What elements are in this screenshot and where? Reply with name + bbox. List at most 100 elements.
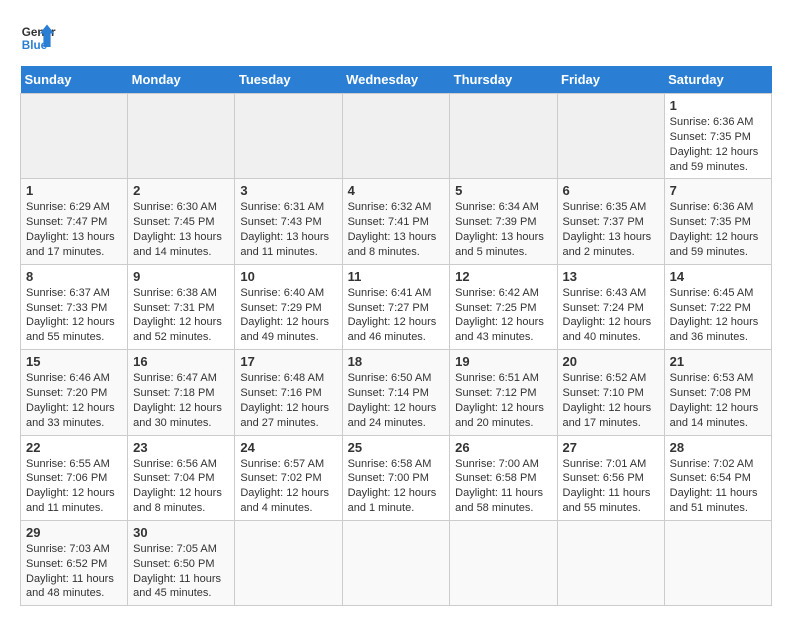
day-number: 1	[26, 183, 122, 198]
column-header-sunday: Sunday	[21, 66, 128, 94]
calendar-cell: 26 Sunrise: 7:00 AMSunset: 6:58 PMDayligh…	[450, 435, 557, 520]
day-info: Sunrise: 6:40 AMSunset: 7:29 PMDaylight:…	[240, 286, 336, 345]
day-info: Sunrise: 6:51 AMSunset: 7:12 PMDaylight:…	[455, 371, 551, 430]
day-info: Sunrise: 6:35 AMSunset: 7:37 PMDaylight:…	[563, 200, 659, 259]
calendar-cell: 28Sunrise: 7:02 AMSunset: 6:54 PMDayligh…	[664, 435, 771, 520]
day-info: Sunrise: 6:31 AMSunset: 7:43 PMDaylight:…	[240, 200, 336, 259]
day-number: 28	[670, 440, 766, 455]
calendar-cell: 24Sunrise: 6:57 AMSunset: 7:02 PMDayligh…	[235, 435, 342, 520]
calendar-cell: 21Sunrise: 6:53 AMSunset: 7:08 PMDayligh…	[664, 350, 771, 435]
week-row-2: 1Sunrise: 6:29 AMSunset: 7:47 PMDaylight…	[21, 179, 772, 264]
day-info: Sunrise: 6:48 AMSunset: 7:16 PMDaylight:…	[240, 371, 336, 430]
calendar-cell: 16Sunrise: 6:47 AMSunset: 7:18 PMDayligh…	[128, 350, 235, 435]
column-header-tuesday: Tuesday	[235, 66, 342, 94]
day-number: 6	[563, 183, 659, 198]
day-number: 26	[455, 440, 551, 455]
day-info: Sunrise: 6:36 AMSunset: 7:35 PMDaylight:…	[670, 200, 766, 259]
calendar-cell	[235, 94, 342, 179]
day-number: 1	[670, 98, 766, 113]
day-info: Sunrise: 6:46 AMSunset: 7:20 PMDaylight:…	[26, 371, 122, 430]
day-number: 11	[348, 269, 445, 284]
day-info: Sunrise: 6:38 AMSunset: 7:31 PMDaylight:…	[133, 286, 229, 345]
day-info: Sunrise: 6:42 AMSunset: 7:25 PMDaylight:…	[455, 286, 551, 345]
calendar-cell: 13Sunrise: 6:43 AMSunset: 7:24 PMDayligh…	[557, 264, 664, 349]
calendar-cell: 19 Sunrise: 6:51 AMSunset: 7:12 PMDayligh…	[450, 350, 557, 435]
day-number: 25	[348, 440, 445, 455]
calendar-cell	[450, 94, 557, 179]
day-number: 8	[26, 269, 122, 284]
calendar-cell	[21, 94, 128, 179]
week-row-1: 1 Sunrise: 6:36 AMSunset: 7:35 PMDaylight…	[21, 94, 772, 179]
day-number: 5	[455, 183, 551, 198]
day-info: Sunrise: 6:55 AMSunset: 7:06 PMDaylight:…	[26, 457, 122, 516]
day-info: Sunrise: 6:58 AMSunset: 7:00 PMDaylight:…	[348, 457, 445, 516]
day-number: 30	[133, 525, 229, 540]
day-number: 3	[240, 183, 336, 198]
column-header-saturday: Saturday	[664, 66, 771, 94]
day-info: Sunrise: 7:05 AMSunset: 6:50 PMDaylight:…	[133, 542, 229, 601]
calendar-cell: 9 Sunrise: 6:38 AMSunset: 7:31 PMDaylight…	[128, 264, 235, 349]
day-number: 2	[133, 183, 229, 198]
day-info: Sunrise: 6:37 AMSunset: 7:33 PMDaylight:…	[26, 286, 122, 345]
calendar-cell: 17 Sunrise: 6:48 AMSunset: 7:16 PMDayligh…	[235, 350, 342, 435]
day-info: Sunrise: 6:43 AMSunset: 7:24 PMDaylight:…	[563, 286, 659, 345]
calendar-cell: 29Sunrise: 7:03 AMSunset: 6:52 PMDayligh…	[21, 520, 128, 605]
day-info: Sunrise: 6:52 AMSunset: 7:10 PMDaylight:…	[563, 371, 659, 430]
calendar-cell: 20 Sunrise: 6:52 AMSunset: 7:10 PMDayligh…	[557, 350, 664, 435]
calendar-cell: 18Sunrise: 6:50 AMSunset: 7:14 PMDayligh…	[342, 350, 450, 435]
calendar-cell: 27 Sunrise: 7:01 AMSunset: 6:56 PMDayligh…	[557, 435, 664, 520]
calendar-cell	[450, 520, 557, 605]
day-number: 29	[26, 525, 122, 540]
calendar-cell: 10 Sunrise: 6:40 AMSunset: 7:29 PMDayligh…	[235, 264, 342, 349]
day-number: 12	[455, 269, 551, 284]
day-number: 19	[455, 354, 551, 369]
calendar-cell	[128, 94, 235, 179]
calendar-cell	[342, 94, 450, 179]
day-info: Sunrise: 6:41 AMSunset: 7:27 PMDaylight:…	[348, 286, 445, 345]
day-number: 7	[670, 183, 766, 198]
day-number: 4	[348, 183, 445, 198]
day-number: 17	[240, 354, 336, 369]
calendar-cell	[664, 520, 771, 605]
calendar-cell: 22 Sunrise: 6:55 AMSunset: 7:06 PMDayligh…	[21, 435, 128, 520]
day-info: Sunrise: 6:34 AMSunset: 7:39 PMDaylight:…	[455, 200, 551, 259]
column-header-wednesday: Wednesday	[342, 66, 450, 94]
calendar-cell: 12 Sunrise: 6:42 AMSunset: 7:25 PMDayligh…	[450, 264, 557, 349]
day-info: Sunrise: 6:36 AMSunset: 7:35 PMDaylight:…	[670, 115, 766, 174]
calendar-cell: 30 Sunrise: 7:05 AMSunset: 6:50 PMDayligh…	[128, 520, 235, 605]
calendar-cell	[557, 94, 664, 179]
day-info: Sunrise: 6:47 AMSunset: 7:18 PMDaylight:…	[133, 371, 229, 430]
calendar-cell	[235, 520, 342, 605]
calendar-cell: 5 Sunrise: 6:34 AMSunset: 7:39 PMDaylight…	[450, 179, 557, 264]
calendar-cell	[557, 520, 664, 605]
calendar-cell: 2 Sunrise: 6:30 AMSunset: 7:45 PMDaylight…	[128, 179, 235, 264]
calendar-table: SundayMondayTuesdayWednesdayThursdayFrid…	[20, 66, 772, 606]
calendar-cell	[342, 520, 450, 605]
day-info: Sunrise: 6:50 AMSunset: 7:14 PMDaylight:…	[348, 371, 445, 430]
column-header-friday: Friday	[557, 66, 664, 94]
day-info: Sunrise: 6:57 AMSunset: 7:02 PMDaylight:…	[240, 457, 336, 516]
day-info: Sunrise: 6:45 AMSunset: 7:22 PMDaylight:…	[670, 286, 766, 345]
day-info: Sunrise: 7:01 AMSunset: 6:56 PMDaylight:…	[563, 457, 659, 516]
calendar-cell: 11 Sunrise: 6:41 AMSunset: 7:27 PMDayligh…	[342, 264, 450, 349]
column-header-thursday: Thursday	[450, 66, 557, 94]
calendar-cell: 7 Sunrise: 6:36 AMSunset: 7:35 PMDaylight…	[664, 179, 771, 264]
day-number: 10	[240, 269, 336, 284]
day-number: 9	[133, 269, 229, 284]
day-number: 14	[670, 269, 766, 284]
calendar-cell: 15Sunrise: 6:46 AMSunset: 7:20 PMDayligh…	[21, 350, 128, 435]
calendar-cell: 3 Sunrise: 6:31 AMSunset: 7:43 PMDaylight…	[235, 179, 342, 264]
day-info: Sunrise: 6:56 AMSunset: 7:04 PMDaylight:…	[133, 457, 229, 516]
calendar-cell: 4 Sunrise: 6:32 AMSunset: 7:41 PMDaylight…	[342, 179, 450, 264]
day-info: Sunrise: 7:00 AMSunset: 6:58 PMDaylight:…	[455, 457, 551, 516]
logo: General Blue	[20, 20, 56, 56]
day-info: Sunrise: 6:32 AMSunset: 7:41 PMDaylight:…	[348, 200, 445, 259]
day-info: Sunrise: 6:30 AMSunset: 7:45 PMDaylight:…	[133, 200, 229, 259]
logo-icon: General Blue	[20, 20, 56, 56]
week-row-4: 15Sunrise: 6:46 AMSunset: 7:20 PMDayligh…	[21, 350, 772, 435]
day-number: 22	[26, 440, 122, 455]
day-number: 20	[563, 354, 659, 369]
calendar-cell: 14 Sunrise: 6:45 AMSunset: 7:22 PMDayligh…	[664, 264, 771, 349]
day-number: 27	[563, 440, 659, 455]
calendar-cell: 8 Sunrise: 6:37 AMSunset: 7:33 PMDaylight…	[21, 264, 128, 349]
